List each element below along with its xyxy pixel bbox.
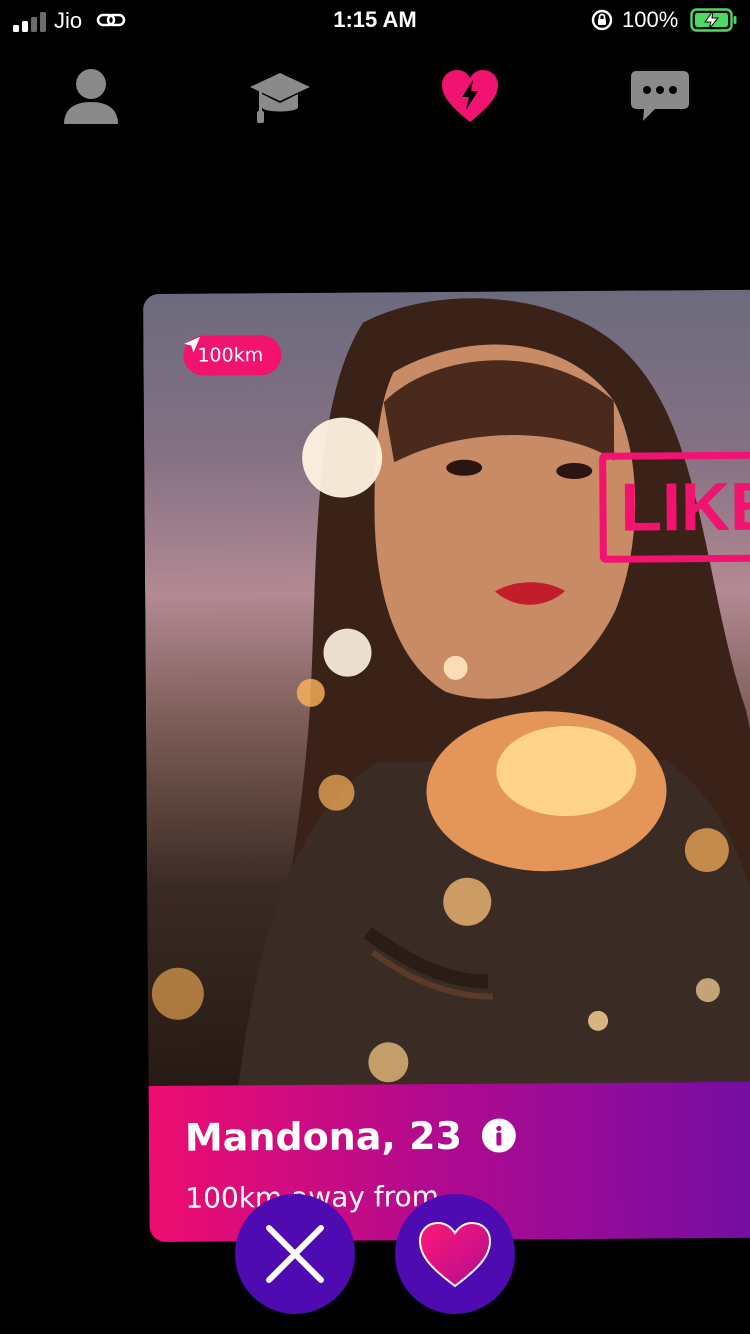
distance-badge: 100km <box>183 335 282 376</box>
swipe-screen: Jio 1:15 AM 100% 100km LIKE Mandona, 23 … <box>0 0 750 1334</box>
heart-bolt-icon <box>442 70 498 122</box>
chat-bubble-icon <box>631 71 689 121</box>
distance-text: 100km <box>197 344 264 367</box>
nav-match[interactable] <box>434 60 506 132</box>
profile-name-age: Mandona, 23 <box>184 1113 463 1160</box>
battery-percent: 100% <box>622 7 679 32</box>
info-icon[interactable] <box>481 1118 516 1153</box>
person-icon <box>64 69 118 124</box>
battery-charging-icon <box>690 8 737 32</box>
name-line: Mandona, 23 <box>185 1107 516 1165</box>
dislike-button[interactable] <box>235 1194 355 1314</box>
profile-card[interactable]: 100km LIKE Mandona, 23 100km away from <box>143 289 750 1242</box>
navigation-arrow-icon <box>184 336 201 353</box>
top-navigation <box>0 60 750 132</box>
like-button[interactable] <box>395 1194 515 1314</box>
status-bar: Jio 1:15 AM 100% <box>0 0 750 42</box>
nav-chat[interactable] <box>624 60 696 132</box>
rotation-lock-icon <box>591 9 613 31</box>
photo-illustration <box>151 298 750 1086</box>
heart-icon <box>418 1221 492 1288</box>
nav-profile[interactable] <box>55 60 127 132</box>
nav-learn[interactable] <box>244 60 316 132</box>
profile-photo: 100km LIKE <box>143 289 750 1086</box>
close-icon <box>266 1225 324 1283</box>
graduation-cap-icon <box>250 73 310 123</box>
like-stamp: LIKE <box>599 451 750 563</box>
